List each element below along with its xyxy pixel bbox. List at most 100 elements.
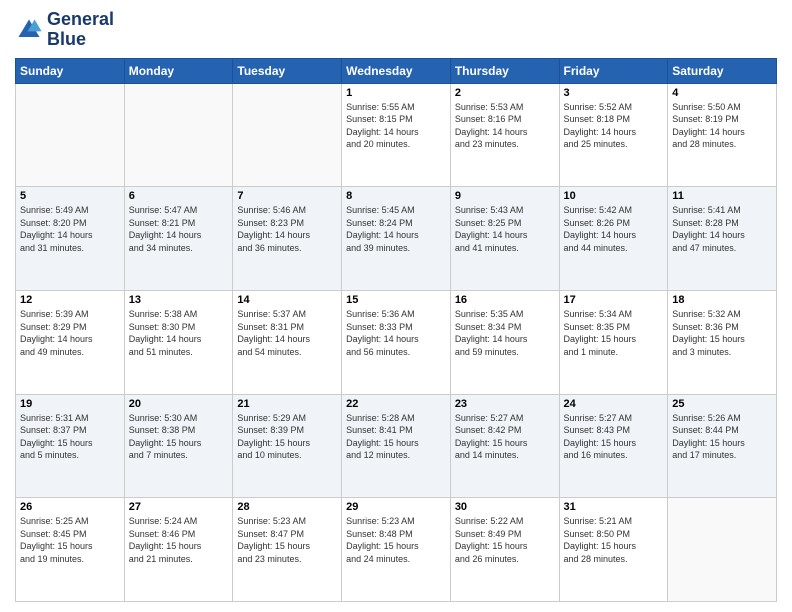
calendar-cell [16, 83, 125, 187]
calendar-week-row: 26Sunrise: 5:25 AM Sunset: 8:45 PM Dayli… [16, 498, 777, 602]
calendar-cell: 22 Sunrise: 5:28 AM Sunset: 8:41 PM Dayli… [342, 394, 451, 498]
day-info: Sunrise: 5:37 AM Sunset: 8:31 PM Dayligh… [237, 308, 337, 358]
day-number: 22 [346, 398, 446, 410]
day-number: 19 [20, 398, 120, 410]
calendar-cell: 26Sunrise: 5:25 AM Sunset: 8:45 PM Dayli… [16, 498, 125, 602]
calendar-cell: 27 Sunrise: 5:24 AM Sunset: 8:46 PM Dayli… [124, 498, 233, 602]
day-info: Sunrise: 5:50 AM Sunset: 8:19 PM Dayligh… [672, 101, 772, 151]
calendar-cell: 10 Sunrise: 5:42 AM Sunset: 8:26 PM Dayli… [559, 187, 668, 291]
calendar-day-header: Saturday [668, 58, 777, 83]
day-number: 31 [564, 501, 664, 513]
day-number: 14 [237, 294, 337, 306]
logo: General Blue [15, 10, 114, 50]
day-info: Sunrise: 5:52 AM Sunset: 8:18 PM Dayligh… [564, 101, 664, 151]
day-info: Sunrise: 5:46 AM Sunset: 8:23 PM Dayligh… [237, 204, 337, 254]
calendar-cell: 29Sunrise: 5:23 AM Sunset: 8:48 PM Dayli… [342, 498, 451, 602]
day-number: 4 [672, 87, 772, 99]
day-info: Sunrise: 5:43 AM Sunset: 8:25 PM Dayligh… [455, 204, 555, 254]
day-info: Sunrise: 5:26 AM Sunset: 8:44 PM Dayligh… [672, 412, 772, 462]
calendar-week-row: 1Sunrise: 5:55 AM Sunset: 8:15 PM Daylig… [16, 83, 777, 187]
calendar-cell: 20Sunrise: 5:30 AM Sunset: 8:38 PM Dayli… [124, 394, 233, 498]
header: General Blue [15, 10, 777, 50]
calendar-cell: 19Sunrise: 5:31 AM Sunset: 8:37 PM Dayli… [16, 394, 125, 498]
calendar-header-row: SundayMondayTuesdayWednesdayThursdayFrid… [16, 58, 777, 83]
calendar-cell: 16 Sunrise: 5:35 AM Sunset: 8:34 PM Dayli… [450, 290, 559, 394]
day-info: Sunrise: 5:27 AM Sunset: 8:42 PM Dayligh… [455, 412, 555, 462]
calendar-day-header: Monday [124, 58, 233, 83]
calendar-cell: 30 Sunrise: 5:22 AM Sunset: 8:49 PM Dayli… [450, 498, 559, 602]
day-info: Sunrise: 5:29 AM Sunset: 8:39 PM Dayligh… [237, 412, 337, 462]
calendar-cell: 13 Sunrise: 5:38 AM Sunset: 8:30 PM Dayli… [124, 290, 233, 394]
day-number: 30 [455, 501, 555, 513]
calendar-day-header: Sunday [16, 58, 125, 83]
day-info: Sunrise: 5:35 AM Sunset: 8:34 PM Dayligh… [455, 308, 555, 358]
day-number: 8 [346, 190, 446, 202]
calendar-day-header: Thursday [450, 58, 559, 83]
day-number: 28 [237, 501, 337, 513]
calendar-cell: 11 Sunrise: 5:41 AM Sunset: 8:28 PM Dayli… [668, 187, 777, 291]
day-number: 16 [455, 294, 555, 306]
day-info: Sunrise: 5:30 AM Sunset: 8:38 PM Dayligh… [129, 412, 229, 462]
logo-text: General Blue [47, 10, 114, 50]
day-number: 10 [564, 190, 664, 202]
day-number: 21 [237, 398, 337, 410]
day-info: Sunrise: 5:42 AM Sunset: 8:26 PM Dayligh… [564, 204, 664, 254]
calendar-cell: 21 Sunrise: 5:29 AM Sunset: 8:39 PM Dayli… [233, 394, 342, 498]
calendar-day-header: Wednesday [342, 58, 451, 83]
calendar-cell: 31 Sunrise: 5:21 AM Sunset: 8:50 PM Dayli… [559, 498, 668, 602]
day-info: Sunrise: 5:25 AM Sunset: 8:45 PM Dayligh… [20, 515, 120, 565]
calendar-cell: 3 Sunrise: 5:52 AM Sunset: 8:18 PM Daylig… [559, 83, 668, 187]
day-info: Sunrise: 5:53 AM Sunset: 8:16 PM Dayligh… [455, 101, 555, 151]
calendar-cell: 5Sunrise: 5:49 AM Sunset: 8:20 PM Daylig… [16, 187, 125, 291]
day-number: 12 [20, 294, 120, 306]
calendar-day-header: Friday [559, 58, 668, 83]
day-info: Sunrise: 5:28 AM Sunset: 8:41 PM Dayligh… [346, 412, 446, 462]
day-number: 24 [564, 398, 664, 410]
calendar-day-header: Tuesday [233, 58, 342, 83]
day-info: Sunrise: 5:41 AM Sunset: 8:28 PM Dayligh… [672, 204, 772, 254]
day-info: Sunrise: 5:47 AM Sunset: 8:21 PM Dayligh… [129, 204, 229, 254]
day-number: 17 [564, 294, 664, 306]
calendar-cell: 17 Sunrise: 5:34 AM Sunset: 8:35 PM Dayli… [559, 290, 668, 394]
day-number: 2 [455, 87, 555, 99]
day-number: 11 [672, 190, 772, 202]
day-info: Sunrise: 5:34 AM Sunset: 8:35 PM Dayligh… [564, 308, 664, 358]
calendar-cell: 28 Sunrise: 5:23 AM Sunset: 8:47 PM Dayli… [233, 498, 342, 602]
calendar-week-row: 19Sunrise: 5:31 AM Sunset: 8:37 PM Dayli… [16, 394, 777, 498]
day-info: Sunrise: 5:45 AM Sunset: 8:24 PM Dayligh… [346, 204, 446, 254]
calendar-week-row: 12 Sunrise: 5:39 AM Sunset: 8:29 PM Dayli… [16, 290, 777, 394]
day-info: Sunrise: 5:39 AM Sunset: 8:29 PM Dayligh… [20, 308, 120, 358]
calendar-cell: 15Sunrise: 5:36 AM Sunset: 8:33 PM Dayli… [342, 290, 451, 394]
day-number: 3 [564, 87, 664, 99]
calendar-cell: 1Sunrise: 5:55 AM Sunset: 8:15 PM Daylig… [342, 83, 451, 187]
calendar-week-row: 5Sunrise: 5:49 AM Sunset: 8:20 PM Daylig… [16, 187, 777, 291]
day-info: Sunrise: 5:24 AM Sunset: 8:46 PM Dayligh… [129, 515, 229, 565]
calendar-table: SundayMondayTuesdayWednesdayThursdayFrid… [15, 58, 777, 602]
calendar-cell [124, 83, 233, 187]
calendar-cell: 24 Sunrise: 5:27 AM Sunset: 8:43 PM Dayli… [559, 394, 668, 498]
day-info: Sunrise: 5:32 AM Sunset: 8:36 PM Dayligh… [672, 308, 772, 358]
calendar-cell: 7 Sunrise: 5:46 AM Sunset: 8:23 PM Daylig… [233, 187, 342, 291]
day-number: 23 [455, 398, 555, 410]
calendar-cell: 23 Sunrise: 5:27 AM Sunset: 8:42 PM Dayli… [450, 394, 559, 498]
page: General Blue SundayMondayTuesdayWednesda… [0, 0, 792, 612]
day-info: Sunrise: 5:27 AM Sunset: 8:43 PM Dayligh… [564, 412, 664, 462]
day-number: 5 [20, 190, 120, 202]
calendar-cell [233, 83, 342, 187]
day-info: Sunrise: 5:23 AM Sunset: 8:47 PM Dayligh… [237, 515, 337, 565]
day-number: 13 [129, 294, 229, 306]
day-info: Sunrise: 5:21 AM Sunset: 8:50 PM Dayligh… [564, 515, 664, 565]
calendar-cell: 25Sunrise: 5:26 AM Sunset: 8:44 PM Dayli… [668, 394, 777, 498]
day-number: 6 [129, 190, 229, 202]
calendar-cell: 12 Sunrise: 5:39 AM Sunset: 8:29 PM Dayli… [16, 290, 125, 394]
day-info: Sunrise: 5:38 AM Sunset: 8:30 PM Dayligh… [129, 308, 229, 358]
calendar-cell: 14 Sunrise: 5:37 AM Sunset: 8:31 PM Dayli… [233, 290, 342, 394]
logo-icon [15, 16, 43, 44]
day-info: Sunrise: 5:36 AM Sunset: 8:33 PM Dayligh… [346, 308, 446, 358]
calendar-cell: 6 Sunrise: 5:47 AM Sunset: 8:21 PM Daylig… [124, 187, 233, 291]
day-number: 7 [237, 190, 337, 202]
day-number: 27 [129, 501, 229, 513]
calendar-cell: 18Sunrise: 5:32 AM Sunset: 8:36 PM Dayli… [668, 290, 777, 394]
day-info: Sunrise: 5:22 AM Sunset: 8:49 PM Dayligh… [455, 515, 555, 565]
day-info: Sunrise: 5:23 AM Sunset: 8:48 PM Dayligh… [346, 515, 446, 565]
